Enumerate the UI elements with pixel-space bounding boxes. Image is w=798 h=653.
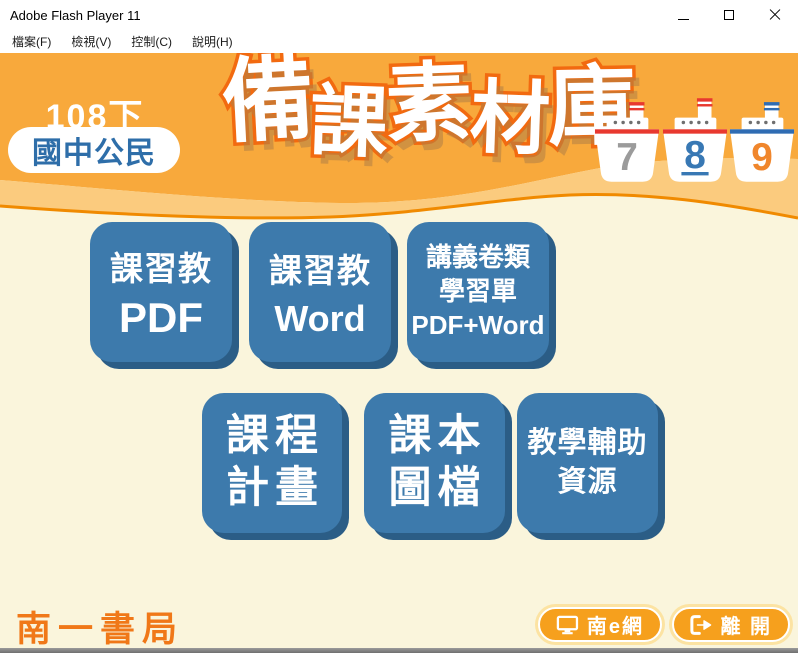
tile-curriculum-plan[interactable]: 課程 計畫 <box>202 393 342 533</box>
close-button[interactable] <box>752 0 798 30</box>
tile-line: 學習單 <box>439 275 517 309</box>
tile-line: 課習教 <box>110 242 212 290</box>
volume-number: 8 <box>684 134 706 177</box>
volume-boat-8-selected[interactable]: 8 <box>662 91 728 187</box>
menu-view[interactable]: 檢視(V) <box>63 31 119 52</box>
tile-line: PDF+Word <box>411 309 544 343</box>
minimize-button[interactable] <box>660 0 706 30</box>
volume-boat-7[interactable]: 7 <box>594 91 660 187</box>
nan-e-net-button[interactable]: 南e網 <box>538 607 662 642</box>
publisher-logo: 南一書局 <box>16 601 184 652</box>
tile-line: 計畫 <box>220 463 324 515</box>
tile-line: 課程 <box>220 411 324 463</box>
tile-textbook-images[interactable]: 課本 圖檔 <box>364 393 505 533</box>
tile-handouts-worksheets[interactable]: 講義卷類 學習單 PDF+Word <box>407 222 549 362</box>
exit-icon <box>690 614 712 636</box>
tile-line: 資源 <box>557 463 617 502</box>
maximize-icon <box>724 10 734 20</box>
maximize-button[interactable] <box>706 0 752 30</box>
volume-number: 7 <box>616 136 638 179</box>
nan-e-net-label: 南e網 <box>587 610 644 639</box>
menu-file[interactable]: 檔案(F) <box>4 31 59 52</box>
tile-line: PDF <box>119 294 203 342</box>
exit-button[interactable]: 離 開 <box>672 607 790 642</box>
window-title: Adobe Flash Player 11 <box>0 8 141 23</box>
tile-line: 講義卷類 <box>426 241 530 275</box>
menu-help[interactable]: 說明(H) <box>184 31 241 52</box>
selected-underline <box>681 172 708 175</box>
menu-bar: 檔案(F) 檢視(V) 控制(C) 說明(H) <box>0 30 798 53</box>
subject-badge: 國中公民 <box>8 127 180 173</box>
title-char: 材 <box>469 78 552 161</box>
boat-stack <box>630 104 644 120</box>
title-char: 課 <box>309 82 390 163</box>
tile-line: 課本 <box>383 411 487 463</box>
title-char: 備 <box>220 53 317 149</box>
flash-stage: 108下 國中公民 備 課 素 材 庫 7 <box>0 53 798 653</box>
tile-line: 課習教 <box>269 244 371 292</box>
window-bottom-border <box>0 648 798 653</box>
subject-badge-label: 國中公民 <box>32 128 156 172</box>
close-icon <box>769 9 781 21</box>
tile-textbook-word[interactable]: 課習教 Word <box>249 222 391 362</box>
volume-boat-9[interactable]: 9 <box>729 91 795 187</box>
volume-number: 9 <box>751 136 773 179</box>
monitor-icon <box>556 615 579 635</box>
tile-textbook-pdf[interactable]: 課習教 PDF <box>90 222 232 362</box>
minimize-icon <box>678 19 689 20</box>
tile-line: 圖檔 <box>383 463 487 515</box>
menu-control[interactable]: 控制(C) <box>123 31 180 52</box>
title-char: 素 <box>385 60 474 149</box>
exit-label: 離 開 <box>720 610 772 639</box>
tile-line: Word <box>274 298 365 340</box>
tile-line: 教學輔助 <box>527 424 647 463</box>
page-title: 備 課 素 材 庫 <box>222 55 592 161</box>
tile-teaching-resources[interactable]: 教學輔助 資源 <box>517 393 658 533</box>
